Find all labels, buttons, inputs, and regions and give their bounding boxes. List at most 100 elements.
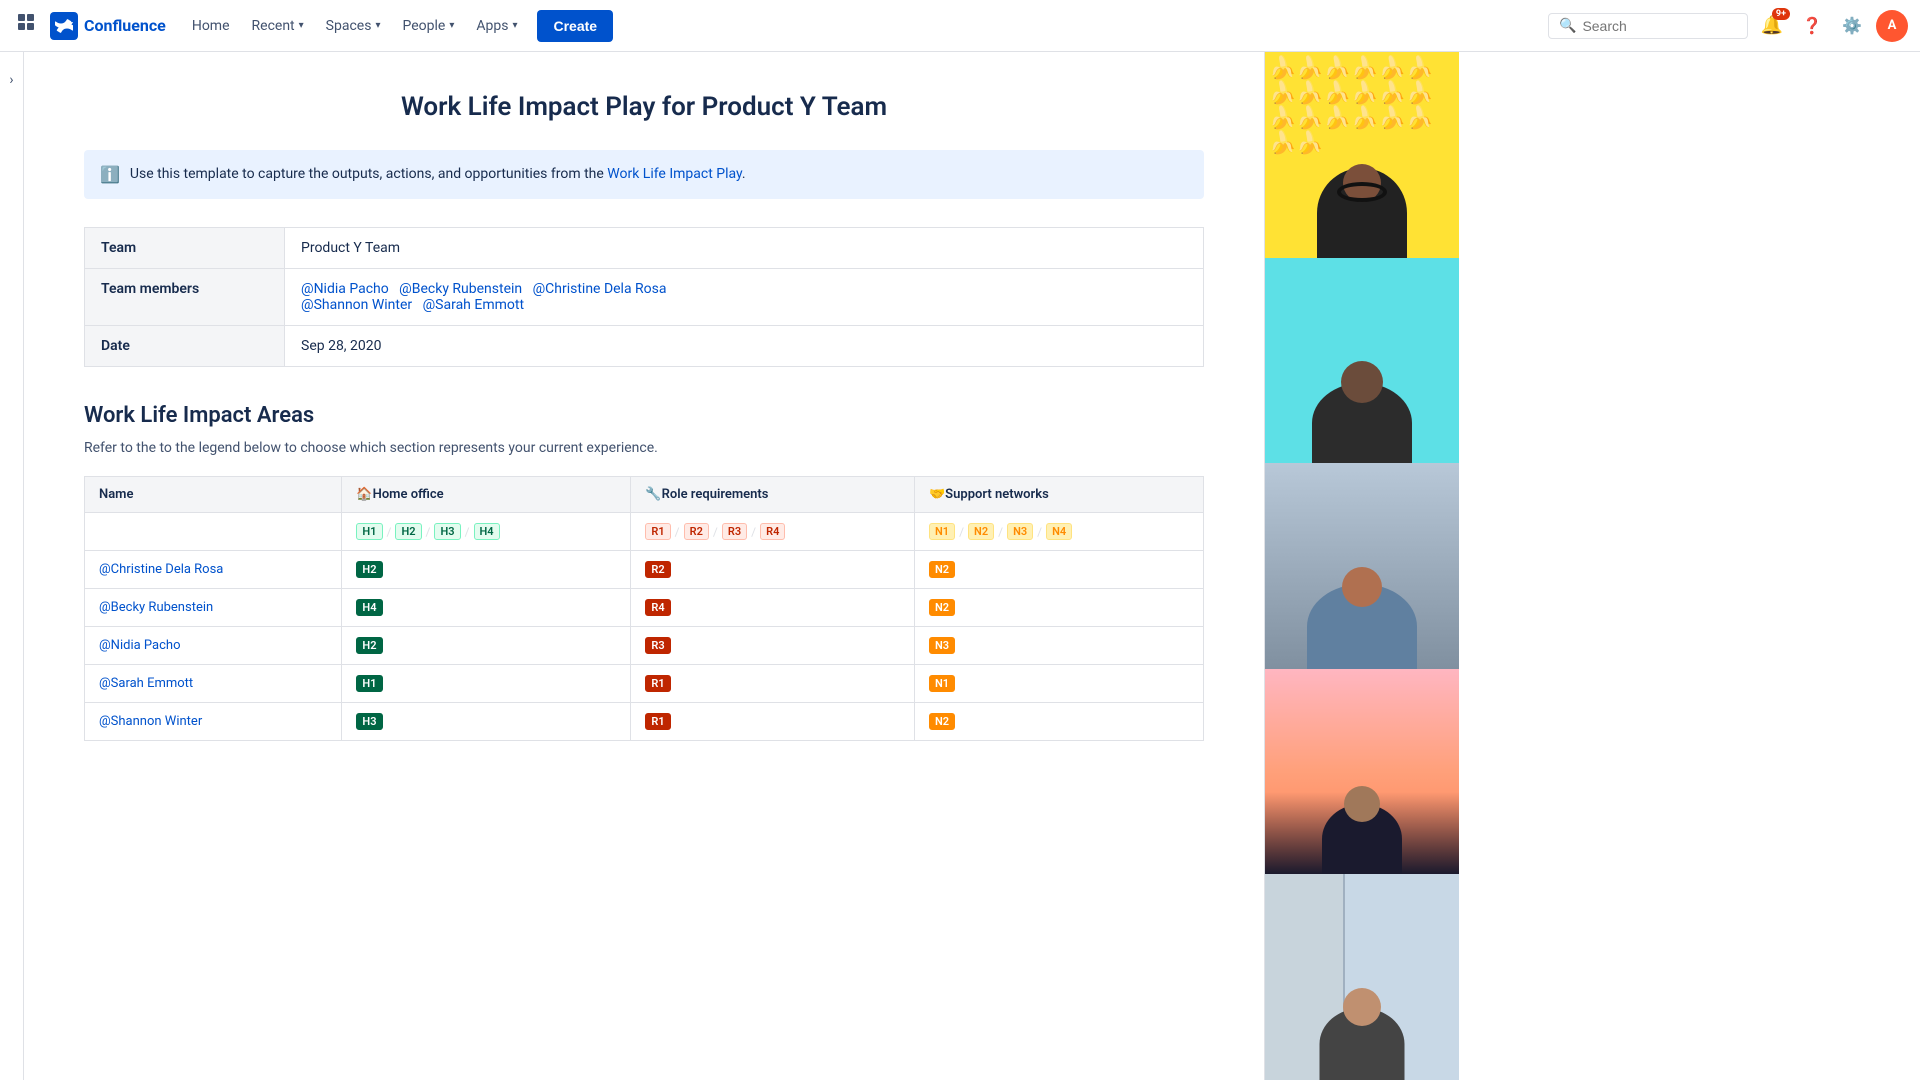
team-label: Team — [85, 228, 285, 269]
info-text: Use this template to capture the outputs… — [130, 164, 746, 185]
areas-table-row: @Nidia Pacho H2 R3 N3 — [85, 627, 1204, 665]
user-avatar[interactable]: A — [1876, 10, 1908, 42]
nav-links: Home Recent ▾ Spaces ▾ People ▾ Apps ▾ C… — [182, 10, 1540, 42]
video-tile-4 — [1265, 669, 1459, 875]
row-support-badge: N1 — [915, 665, 1204, 703]
home-badge-value: H2 — [356, 637, 382, 654]
row-home-badge: H4 — [342, 589, 631, 627]
confluence-logo[interactable]: Confluence — [50, 12, 166, 40]
areas-table-row: @Christine Dela Rosa H2 R2 N2 — [85, 551, 1204, 589]
create-button[interactable]: Create — [537, 10, 613, 42]
search-input[interactable] — [1582, 18, 1722, 34]
row-role-badge: R3 — [631, 627, 915, 665]
row-home-badge: H2 — [342, 627, 631, 665]
role-badge-value: R1 — [645, 713, 670, 730]
member-link-shannon[interactable]: @Shannon Winter — [301, 297, 412, 313]
badge-h1: H1 — [356, 523, 382, 540]
areas-table-row: @Shannon Winter H3 R1 N2 — [85, 703, 1204, 741]
areas-table-row: @Sarah EmmottH1R1N1 — [85, 665, 1204, 703]
col-header-role: 🔧Role requirements — [631, 477, 915, 513]
badge-r4: R4 — [760, 523, 785, 540]
row-support-badge: N2 — [915, 551, 1204, 589]
badge-header-home: H1 / H2 / H3 / H4 — [342, 513, 631, 551]
info-box: ℹ️ Use this template to capture the outp… — [84, 150, 1204, 199]
table-row-team: Team Product Y Team — [85, 228, 1204, 269]
row-role-badge: R1 — [631, 703, 915, 741]
home-badge-value: H4 — [356, 599, 382, 616]
settings-button[interactable]: ⚙️ — [1836, 10, 1868, 42]
nav-apps[interactable]: Apps ▾ — [466, 12, 527, 40]
row-home-badge: H1 — [342, 665, 631, 703]
home-badge-value: H1 — [356, 675, 382, 692]
info-table: Team Product Y Team Team members @Nidia … — [84, 227, 1204, 367]
home-badge-value: H3 — [356, 713, 382, 730]
nav-recent[interactable]: Recent ▾ — [242, 12, 314, 40]
nav-spaces[interactable]: Spaces ▾ — [316, 12, 391, 40]
support-badge-value: N2 — [929, 561, 955, 578]
chevron-right-icon: › — [9, 72, 13, 88]
confluence-logo-icon — [50, 12, 78, 40]
row-support-badge: N3 — [915, 627, 1204, 665]
main-layout: › Work Life Impact Play for Product Y Te… — [0, 52, 1920, 1080]
member-name-link[interactable]: @Becky Rubenstein — [99, 600, 213, 615]
row-support-badge: N2 — [915, 589, 1204, 627]
col-header-name: Name — [85, 477, 342, 513]
member-link-christine[interactable]: @Christine Dela Rosa — [533, 281, 667, 297]
row-home-badge: H3 — [342, 703, 631, 741]
info-icon: ℹ️ — [100, 165, 120, 184]
top-navigation: Confluence Home Recent ▾ Spaces ▾ People… — [0, 0, 1920, 52]
help-icon: ❓ — [1802, 16, 1822, 35]
member-name-link[interactable]: @Christine Dela Rosa — [99, 562, 223, 577]
video-tile-1: 🍌🍌🍌🍌🍌🍌🍌🍌🍌🍌🍌🍌🍌🍌🍌🍌🍌🍌🍌🍌 — [1265, 52, 1459, 258]
page-content: Work Life Impact Play for Product Y Team… — [24, 52, 1264, 1080]
grid-apps-icon[interactable] — [12, 8, 42, 43]
help-button[interactable]: ❓ — [1796, 10, 1828, 42]
support-badge-value: N2 — [929, 713, 955, 730]
date-value: Sep 28, 2020 — [285, 326, 1204, 367]
row-member-name: @Sarah Emmott — [85, 665, 342, 703]
row-member-name: @Nidia Pacho — [85, 627, 342, 665]
nav-home[interactable]: Home — [182, 12, 240, 40]
badge-r3: R3 — [722, 523, 747, 540]
team-value: Product Y Team — [285, 228, 1204, 269]
badge-h3: H3 — [434, 523, 460, 540]
support-badge-value: N3 — [929, 637, 955, 654]
search-box[interactable]: 🔍 — [1548, 13, 1748, 39]
search-icon: 🔍 — [1559, 18, 1576, 34]
topnav-right-actions: 🔍 🔔 9+ ❓ ⚙️ A — [1548, 10, 1908, 42]
badge-header-support: N1 / N2 / N3 / N4 — [915, 513, 1204, 551]
member-name-link[interactable]: @Sarah Emmott — [99, 676, 193, 691]
support-badge-value: N2 — [929, 599, 955, 616]
areas-table: Name 🏠Home office 🔧Role requirements 🤝Su… — [84, 476, 1204, 741]
video-tile-2 — [1265, 258, 1459, 464]
badge-header-empty — [85, 513, 342, 551]
row-member-name: @Becky Rubenstein — [85, 589, 342, 627]
date-label: Date — [85, 326, 285, 367]
home-badge-value: H2 — [356, 561, 382, 578]
badge-n4: N4 — [1046, 523, 1072, 540]
chevron-down-icon: ▾ — [299, 20, 304, 31]
member-name-link[interactable]: @Shannon Winter — [99, 714, 202, 729]
member-link-sarah[interactable]: @Sarah Emmott — [423, 297, 524, 313]
video-tile-3 — [1265, 463, 1459, 669]
badge-n1: N1 — [929, 523, 955, 540]
team-members-label: Team members — [85, 269, 285, 326]
work-life-impact-link[interactable]: Work Life Impact Play — [607, 166, 742, 182]
support-badge-value: N1 — [929, 675, 955, 692]
page-title: Work Life Impact Play for Product Y Team — [84, 92, 1204, 122]
table-row-members: Team members @Nidia Pacho @Becky Rubenst… — [85, 269, 1204, 326]
badge-r2: R2 — [684, 523, 709, 540]
sidebar-toggle[interactable]: › — [0, 52, 24, 1080]
member-link-becky[interactable]: @Becky Rubenstein — [399, 281, 522, 297]
section-subtitle: Refer to the to the legend below to choo… — [84, 440, 1204, 456]
notification-badge: 9+ — [1772, 8, 1790, 20]
nav-people[interactable]: People ▾ — [392, 12, 464, 40]
areas-table-row: @Becky Rubenstein H4 R4 N2 — [85, 589, 1204, 627]
role-badge-value: R4 — [645, 599, 670, 616]
chevron-down-icon: ▾ — [375, 20, 380, 31]
member-link-nidia[interactable]: @Nidia Pacho — [301, 281, 389, 297]
member-name-link[interactable]: @Nidia Pacho — [99, 638, 180, 653]
row-role-badge: R2 — [631, 551, 915, 589]
badge-r1: R1 — [645, 523, 670, 540]
notification-button[interactable]: 🔔 9+ — [1756, 10, 1788, 42]
